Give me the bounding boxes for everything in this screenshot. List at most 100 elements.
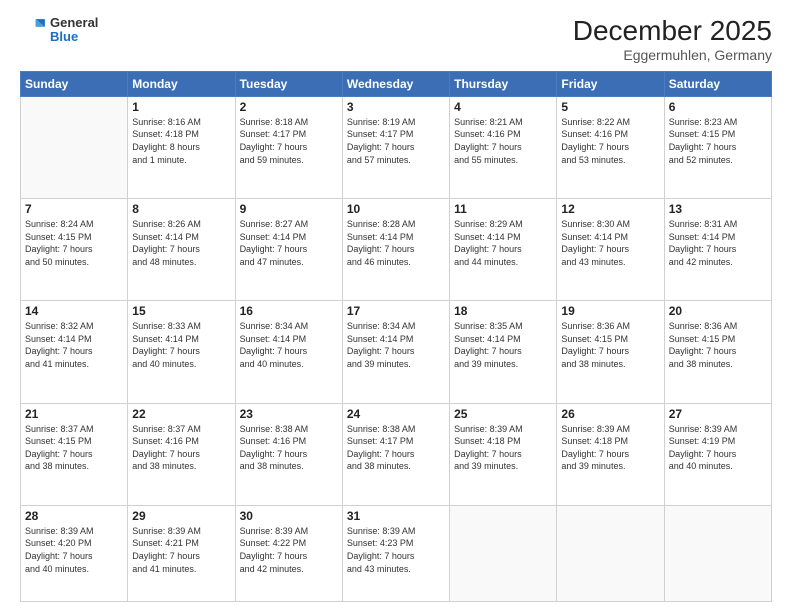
day-number: 16 [240, 304, 338, 318]
day-number: 3 [347, 100, 445, 114]
day-info: Sunrise: 8:19 AMSunset: 4:17 PMDaylight:… [347, 116, 445, 166]
day-number: 19 [561, 304, 659, 318]
table-row: 2 Sunrise: 8:18 AMSunset: 4:17 PMDaylight… [235, 96, 342, 198]
day-number: 6 [669, 100, 767, 114]
day-number: 22 [132, 407, 230, 421]
day-info: Sunrise: 8:36 AMSunset: 4:15 PMDaylight:… [561, 320, 659, 370]
day-info: Sunrise: 8:37 AMSunset: 4:15 PMDaylight:… [25, 423, 123, 473]
day-number: 15 [132, 304, 230, 318]
day-number: 31 [347, 509, 445, 523]
day-info: Sunrise: 8:38 AMSunset: 4:16 PMDaylight:… [240, 423, 338, 473]
day-info: Sunrise: 8:18 AMSunset: 4:17 PMDaylight:… [240, 116, 338, 166]
day-number: 13 [669, 202, 767, 216]
table-row: 31 Sunrise: 8:39 AMSunset: 4:23 PMDayligh… [342, 505, 449, 601]
day-number: 26 [561, 407, 659, 421]
day-number: 11 [454, 202, 552, 216]
col-wednesday: Wednesday [342, 71, 449, 96]
day-info: Sunrise: 8:24 AMSunset: 4:15 PMDaylight:… [25, 218, 123, 268]
day-number: 4 [454, 100, 552, 114]
table-row: 21 Sunrise: 8:37 AMSunset: 4:15 PMDayligh… [21, 403, 128, 505]
page: General Blue December 2025 Eggermuhlen, … [0, 0, 792, 612]
logo-icon [20, 16, 48, 44]
day-number: 5 [561, 100, 659, 114]
day-number: 28 [25, 509, 123, 523]
day-info: Sunrise: 8:39 AMSunset: 4:20 PMDaylight:… [25, 525, 123, 575]
table-row: 17 Sunrise: 8:34 AMSunset: 4:14 PMDayligh… [342, 301, 449, 403]
day-info: Sunrise: 8:35 AMSunset: 4:14 PMDaylight:… [454, 320, 552, 370]
day-info: Sunrise: 8:39 AMSunset: 4:18 PMDaylight:… [561, 423, 659, 473]
calendar-header-row: Sunday Monday Tuesday Wednesday Thursday… [21, 71, 772, 96]
calendar-week-row: 28 Sunrise: 8:39 AMSunset: 4:20 PMDayligh… [21, 505, 772, 601]
day-number: 7 [25, 202, 123, 216]
day-info: Sunrise: 8:22 AMSunset: 4:16 PMDaylight:… [561, 116, 659, 166]
logo-text: General Blue [50, 16, 98, 45]
table-row [21, 96, 128, 198]
day-number: 30 [240, 509, 338, 523]
day-info: Sunrise: 8:23 AMSunset: 4:15 PMDaylight:… [669, 116, 767, 166]
calendar-table: Sunday Monday Tuesday Wednesday Thursday… [20, 71, 772, 602]
day-number: 23 [240, 407, 338, 421]
day-info: Sunrise: 8:34 AMSunset: 4:14 PMDaylight:… [240, 320, 338, 370]
table-row: 11 Sunrise: 8:29 AMSunset: 4:14 PMDayligh… [450, 199, 557, 301]
table-row: 7 Sunrise: 8:24 AMSunset: 4:15 PMDaylight… [21, 199, 128, 301]
day-number: 8 [132, 202, 230, 216]
day-number: 27 [669, 407, 767, 421]
calendar-week-row: 14Sunrise: 8:32 AMSunset: 4:14 PMDayligh… [21, 301, 772, 403]
day-info: Sunrise: 8:29 AMSunset: 4:14 PMDaylight:… [454, 218, 552, 268]
day-info: Sunrise: 8:21 AMSunset: 4:16 PMDaylight:… [454, 116, 552, 166]
table-row: 5 Sunrise: 8:22 AMSunset: 4:16 PMDaylight… [557, 96, 664, 198]
day-info: Sunrise: 8:31 AMSunset: 4:14 PMDaylight:… [669, 218, 767, 268]
day-number: 2 [240, 100, 338, 114]
day-info: Sunrise: 8:39 AMSunset: 4:23 PMDaylight:… [347, 525, 445, 575]
calendar-week-row: 7 Sunrise: 8:24 AMSunset: 4:15 PMDaylight… [21, 199, 772, 301]
calendar-week-row: 21 Sunrise: 8:37 AMSunset: 4:15 PMDayligh… [21, 403, 772, 505]
table-row: 8 Sunrise: 8:26 AMSunset: 4:14 PMDaylight… [128, 199, 235, 301]
day-info: Sunrise: 8:39 AMSunset: 4:18 PMDaylight:… [454, 423, 552, 473]
table-row: 16 Sunrise: 8:34 AMSunset: 4:14 PMDayligh… [235, 301, 342, 403]
table-row: 18Sunrise: 8:35 AMSunset: 4:14 PMDayligh… [450, 301, 557, 403]
day-number: 20 [669, 304, 767, 318]
table-row: 10 Sunrise: 8:28 AMSunset: 4:14 PMDayligh… [342, 199, 449, 301]
table-row: 9Sunrise: 8:27 AMSunset: 4:14 PMDaylight… [235, 199, 342, 301]
day-number: 24 [347, 407, 445, 421]
col-thursday: Thursday [450, 71, 557, 96]
day-info: Sunrise: 8:28 AMSunset: 4:14 PMDaylight:… [347, 218, 445, 268]
col-tuesday: Tuesday [235, 71, 342, 96]
logo-general-text: General [50, 16, 98, 30]
table-row: 27Sunrise: 8:39 AMSunset: 4:19 PMDayligh… [664, 403, 771, 505]
day-number: 17 [347, 304, 445, 318]
day-number: 1 [132, 100, 230, 114]
col-friday: Friday [557, 71, 664, 96]
table-row: 25 Sunrise: 8:39 AMSunset: 4:18 PMDayligh… [450, 403, 557, 505]
logo-blue-text: Blue [50, 30, 98, 44]
table-row: 4 Sunrise: 8:21 AMSunset: 4:16 PMDaylight… [450, 96, 557, 198]
col-sunday: Sunday [21, 71, 128, 96]
table-row [557, 505, 664, 601]
col-saturday: Saturday [664, 71, 771, 96]
day-number: 10 [347, 202, 445, 216]
day-info: Sunrise: 8:26 AMSunset: 4:14 PMDaylight:… [132, 218, 230, 268]
title-block: December 2025 Eggermuhlen, Germany [573, 16, 772, 63]
table-row: 29Sunrise: 8:39 AMSunset: 4:21 PMDayligh… [128, 505, 235, 601]
day-info: Sunrise: 8:33 AMSunset: 4:14 PMDaylight:… [132, 320, 230, 370]
day-info: Sunrise: 8:37 AMSunset: 4:16 PMDaylight:… [132, 423, 230, 473]
day-number: 9 [240, 202, 338, 216]
table-row: 24 Sunrise: 8:38 AMSunset: 4:17 PMDayligh… [342, 403, 449, 505]
day-info: Sunrise: 8:34 AMSunset: 4:14 PMDaylight:… [347, 320, 445, 370]
table-row: 12 Sunrise: 8:30 AMSunset: 4:14 PMDayligh… [557, 199, 664, 301]
day-info: Sunrise: 8:30 AMSunset: 4:14 PMDaylight:… [561, 218, 659, 268]
day-info: Sunrise: 8:38 AMSunset: 4:17 PMDaylight:… [347, 423, 445, 473]
day-info: Sunrise: 8:36 AMSunset: 4:15 PMDaylight:… [669, 320, 767, 370]
table-row: 14Sunrise: 8:32 AMSunset: 4:14 PMDayligh… [21, 301, 128, 403]
day-info: Sunrise: 8:32 AMSunset: 4:14 PMDaylight:… [25, 320, 123, 370]
logo: General Blue [20, 16, 98, 45]
day-number: 12 [561, 202, 659, 216]
day-number: 25 [454, 407, 552, 421]
table-row: 15 Sunrise: 8:33 AMSunset: 4:14 PMDayligh… [128, 301, 235, 403]
col-monday: Monday [128, 71, 235, 96]
table-row: 19 Sunrise: 8:36 AMSunset: 4:15 PMDayligh… [557, 301, 664, 403]
table-row: 6 Sunrise: 8:23 AMSunset: 4:15 PMDaylight… [664, 96, 771, 198]
day-number: 21 [25, 407, 123, 421]
table-row: 22 Sunrise: 8:37 AMSunset: 4:16 PMDayligh… [128, 403, 235, 505]
table-row: 30Sunrise: 8:39 AMSunset: 4:22 PMDayligh… [235, 505, 342, 601]
